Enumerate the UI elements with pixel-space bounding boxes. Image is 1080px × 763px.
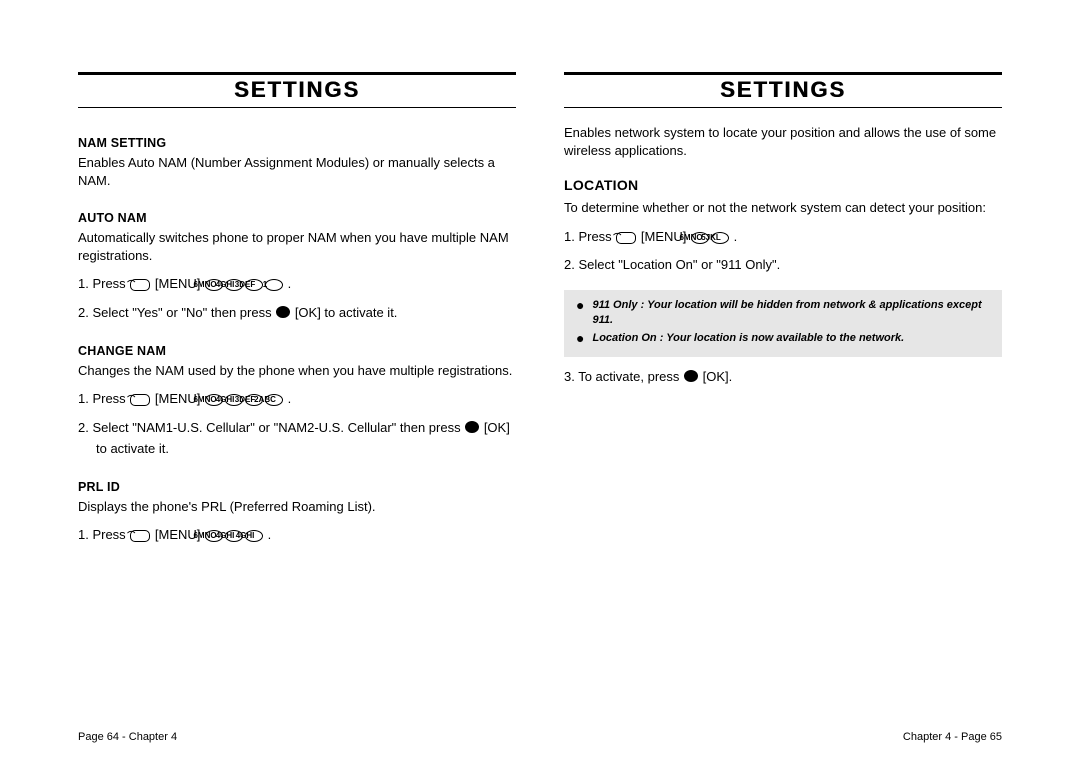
body-text: Enables Auto NAM (Number Assignment Modu… bbox=[78, 154, 516, 189]
step-text: . bbox=[284, 391, 291, 406]
page-title: SETTINGS bbox=[78, 72, 516, 108]
step-text: . bbox=[730, 229, 737, 244]
heading-change-nam: CHANGE NAM bbox=[78, 344, 516, 358]
note-text: 911 Only : Your location will be hidden … bbox=[592, 298, 990, 328]
step-text: 2. Select "NAM1-U.S. Cellular" or "NAM2-… bbox=[78, 420, 464, 435]
right-page: SETTINGS Enables network system to locat… bbox=[564, 72, 1002, 743]
heading-nam-setting: NAM SETTING bbox=[78, 136, 516, 150]
heading-auto-nam: AUTO NAM bbox=[78, 211, 516, 225]
page-footer: Chapter 4 - Page 65 bbox=[564, 711, 1002, 743]
step-item: 1. Press ⌒ [MENU] 6MNO4GHI3DEF1 . bbox=[78, 274, 516, 295]
key-icon: 2ABC bbox=[265, 394, 283, 406]
page-title: SETTINGS bbox=[564, 72, 1002, 108]
bullet-icon: ● bbox=[576, 331, 584, 345]
body-text: To determine whether or not the network … bbox=[564, 199, 1002, 217]
step-text: 1. Press bbox=[564, 229, 615, 244]
step-text: [OK]. bbox=[699, 369, 732, 384]
body-text: Enables network system to locate your po… bbox=[564, 124, 1002, 159]
step-item: 3. To activate, press [OK]. bbox=[564, 367, 1002, 388]
softkey-icon: ⌒ bbox=[130, 530, 150, 542]
key-icon: 3DEF bbox=[245, 279, 263, 291]
note-item: ● 911 Only : Your location will be hidde… bbox=[576, 298, 990, 328]
key-icon: 5JKL bbox=[711, 232, 729, 244]
softkey-icon: ⌒ bbox=[130, 279, 150, 291]
step-item: 1. Press ⌒ [MENU] 6MNO5JKL . bbox=[564, 227, 1002, 248]
softkey-icon: ⌒ bbox=[130, 394, 150, 406]
body-text: Automatically switches phone to proper N… bbox=[78, 229, 516, 264]
left-page: SETTINGS NAM SETTING Enables Auto NAM (N… bbox=[78, 72, 516, 743]
step-text: 3. To activate, press bbox=[564, 369, 683, 384]
heading-location: LOCATION bbox=[564, 177, 1002, 193]
note-text: Location On : Your location is now avail… bbox=[592, 331, 904, 346]
ok-key-icon bbox=[465, 421, 479, 433]
softkey-icon: ⌒ bbox=[616, 232, 636, 244]
step-item: 2. Select "Yes" or "No" then press [OK] … bbox=[78, 303, 516, 324]
heading-prl-id: PRL ID bbox=[78, 480, 516, 494]
key-icon: 1 bbox=[265, 279, 283, 291]
note-box: ● 911 Only : Your location will be hidde… bbox=[564, 290, 1002, 357]
body-text: Displays the phone's PRL (Preferred Roam… bbox=[78, 498, 516, 516]
step-item: 2. Select "NAM1-U.S. Cellular" or "NAM2-… bbox=[78, 418, 516, 460]
page-footer: Page 64 - Chapter 4 bbox=[78, 711, 516, 743]
step-text: . bbox=[284, 276, 291, 291]
step-item: 2. Select "Location On" or "911 Only". bbox=[564, 255, 1002, 276]
step-item: 1. Press ⌒ [MENU] 6MNO4GHI3DEF2ABC . bbox=[78, 389, 516, 410]
note-item: ● Location On : Your location is now ava… bbox=[576, 331, 990, 346]
step-text: 1. Press bbox=[78, 527, 129, 542]
step-text: . bbox=[264, 527, 271, 542]
ok-key-icon bbox=[684, 370, 698, 382]
page-spread: SETTINGS NAM SETTING Enables Auto NAM (N… bbox=[0, 0, 1080, 763]
step-text: [OK] to activate it. bbox=[291, 305, 397, 320]
step-text: 1. Press bbox=[78, 391, 129, 406]
body-text: Changes the NAM used by the phone when y… bbox=[78, 362, 516, 380]
ok-key-icon bbox=[276, 306, 290, 318]
bullet-icon: ● bbox=[576, 298, 584, 312]
step-text: 2. Select "Yes" or "No" then press bbox=[78, 305, 275, 320]
step-text: 1. Press bbox=[78, 276, 129, 291]
step-item: 1. Press ⌒ [MENU] 6MNO4GHI4GHI . bbox=[78, 525, 516, 546]
key-icon: 4GHI bbox=[245, 530, 263, 542]
